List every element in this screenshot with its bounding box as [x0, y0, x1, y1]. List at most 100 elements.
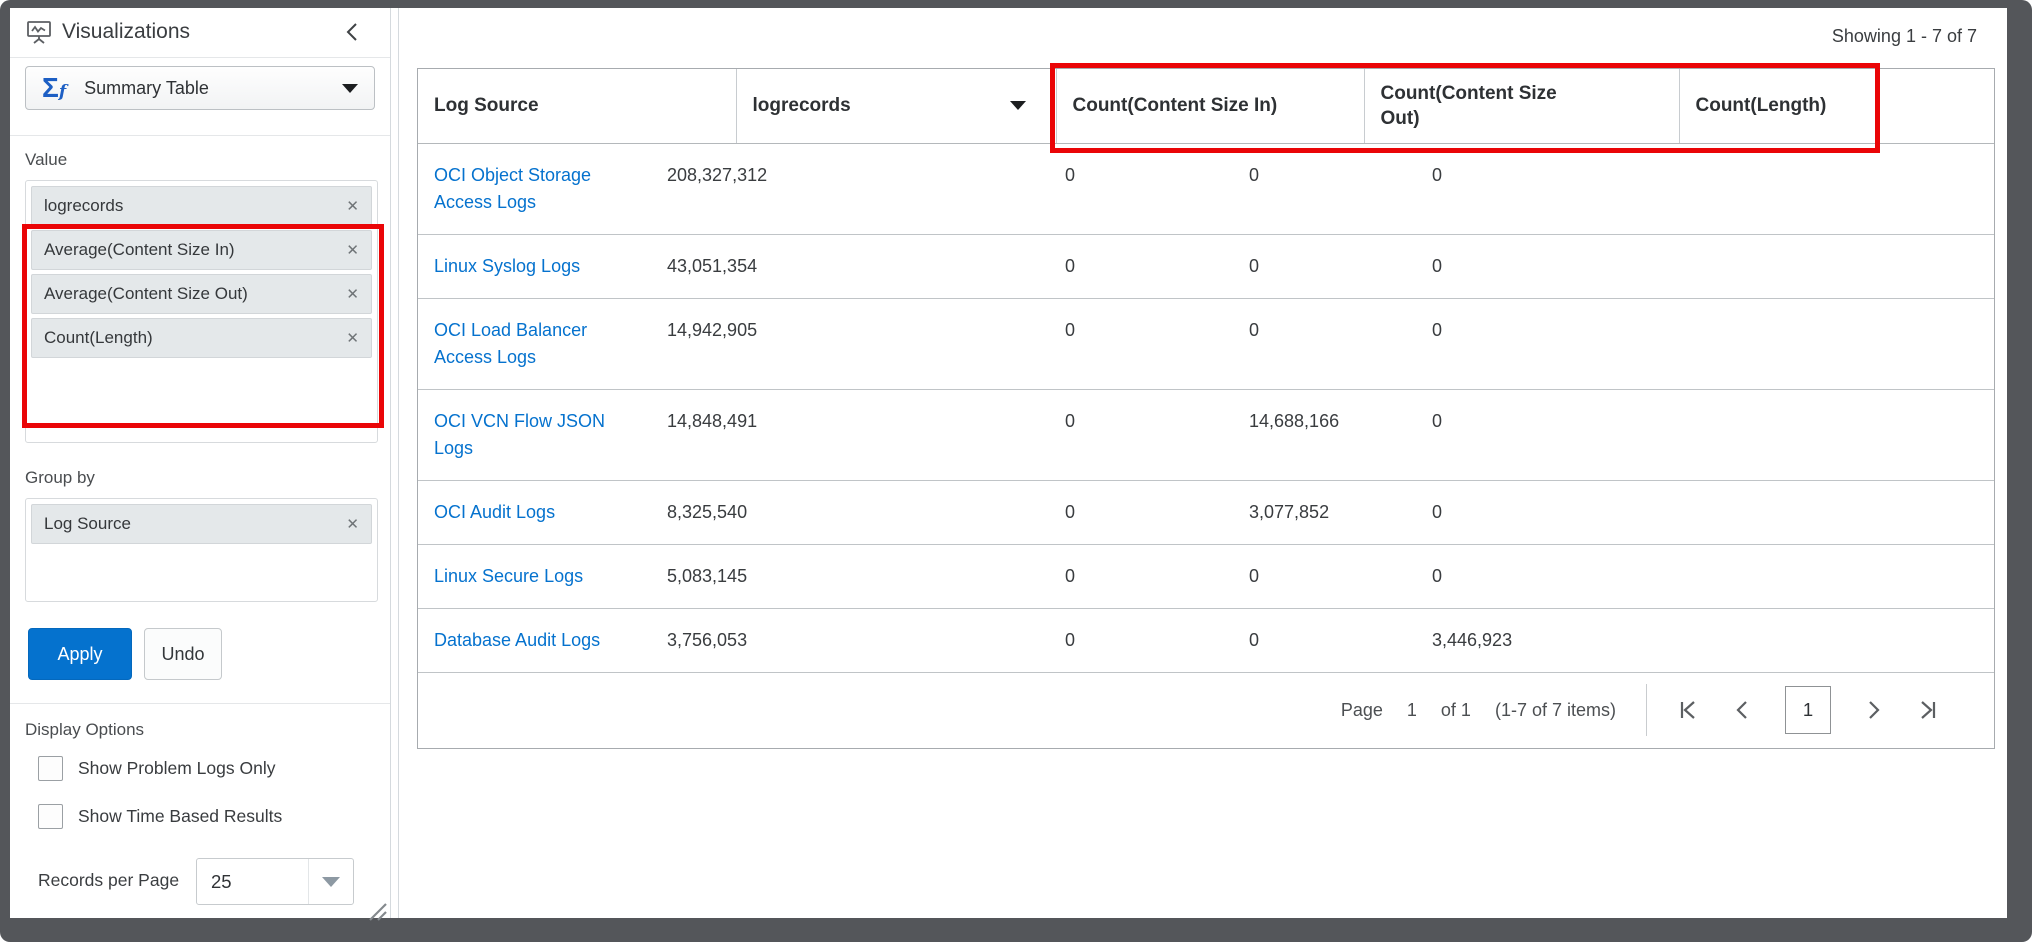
column-header-count-content-size-in: Count(Content Size In): [1056, 69, 1364, 143]
log-source-link[interactable]: OCI VCN Flow JSON Logs: [434, 408, 614, 462]
previous-page-icon[interactable]: [1731, 698, 1755, 722]
visualizations-panel: Visualizations Σf Summary Table Value lo…: [10, 8, 391, 918]
count-out-cell: 0: [1233, 608, 1416, 672]
summary-table-body: OCI Object Storage Access Logs 208,327,3…: [418, 144, 1994, 673]
group-pill-log-source[interactable]: Log Source ✕: [31, 504, 372, 544]
showing-count-text: Showing 1 - 7 of 7: [1832, 26, 1977, 47]
page-of-label: of 1: [1441, 700, 1471, 721]
show-problem-logs-row: Show Problem Logs Only: [38, 756, 275, 781]
select-caret-zone[interactable]: [308, 859, 353, 904]
last-page-icon[interactable]: [1915, 698, 1939, 722]
panel-resize-grip-icon[interactable]: [366, 900, 388, 922]
count-in-cell: 0: [1049, 298, 1233, 389]
panel-title: Visualizations: [62, 20, 190, 44]
count-out-cell: 0: [1233, 298, 1416, 389]
value-pill-container: logrecords ✕ Average(Content Size In) ✕ …: [25, 180, 378, 443]
summary-table-header: Log Source logrecords Count(Content Size…: [418, 69, 1994, 144]
items-range-label: (1-7 of 7 items): [1495, 700, 1616, 721]
log-source-link[interactable]: Linux Syslog Logs: [434, 253, 580, 280]
divider: [10, 135, 390, 136]
records-per-page-label: Records per Page: [38, 870, 179, 891]
count-in-cell: 0: [1049, 544, 1233, 608]
table-row: OCI Object Storage Access Logs 208,327,3…: [418, 144, 1994, 235]
table-row: OCI Audit Logs 8,325,540 0 3,077,852 0: [418, 480, 1994, 544]
show-time-based-checkbox[interactable]: [38, 804, 63, 829]
remove-pill-icon[interactable]: ✕: [346, 515, 359, 533]
visualization-type-value: Summary Table: [84, 78, 209, 99]
remove-pill-icon[interactable]: ✕: [346, 197, 359, 215]
table-row: Linux Syslog Logs 43,051,354 0 0 0: [418, 234, 1994, 298]
table-row: OCI Load Balancer Access Logs 14,942,905…: [418, 298, 1994, 389]
logrecords-cell: 3,756,053: [651, 608, 1049, 672]
log-source-link[interactable]: OCI Load Balancer Access Logs: [434, 317, 614, 371]
column-header-count-length: Count(Length): [1679, 69, 1994, 143]
count-out-cell: 0: [1233, 234, 1416, 298]
count-out-cell: 0: [1233, 144, 1416, 235]
checkbox-label: Show Time Based Results: [78, 806, 282, 827]
count-in-cell: 0: [1049, 234, 1233, 298]
pill-label: Log Source: [44, 514, 131, 534]
log-source-link[interactable]: Linux Secure Logs: [434, 563, 583, 590]
count-in-cell: 0: [1049, 144, 1233, 235]
count-length-cell: 0: [1416, 389, 1994, 480]
remove-pill-icon[interactable]: ✕: [346, 329, 359, 347]
pagination-divider: [1646, 684, 1647, 736]
next-page-icon[interactable]: [1861, 698, 1885, 722]
log-source-link[interactable]: OCI Audit Logs: [434, 499, 555, 526]
remove-pill-icon[interactable]: ✕: [346, 285, 359, 303]
window-frame: Visualizations Σf Summary Table Value lo…: [0, 0, 2032, 942]
pill-label: Count(Length): [44, 328, 153, 348]
apply-button[interactable]: Apply: [28, 628, 132, 680]
pagination-bar: Page 1 of 1 (1-7 of 7 items) 1: [418, 673, 1994, 748]
log-source-link[interactable]: OCI Object Storage Access Logs: [434, 162, 614, 216]
remove-pill-icon[interactable]: ✕: [346, 241, 359, 259]
table-row: Linux Secure Logs 5,083,145 0 0 0: [418, 544, 1994, 608]
log-source-link[interactable]: Database Audit Logs: [434, 627, 600, 654]
logrecords-cell: 14,848,491: [651, 389, 1049, 480]
logrecords-cell: 5,083,145: [651, 544, 1049, 608]
table-row: OCI VCN Flow JSON Logs 14,848,491 0 14,6…: [418, 389, 1994, 480]
count-in-cell: 0: [1049, 389, 1233, 480]
count-in-cell: 0: [1049, 608, 1233, 672]
column-header-logrecords: logrecords: [736, 69, 1056, 143]
count-length-cell: 0: [1416, 480, 1994, 544]
page-label: Page: [1341, 700, 1383, 721]
divider: [10, 703, 390, 704]
value-pill-count-length[interactable]: Count(Length) ✕: [31, 318, 372, 358]
value-pill-logrecords[interactable]: logrecords ✕: [31, 186, 372, 226]
column-menu-caret-icon[interactable]: [1010, 101, 1026, 110]
column-header-count-content-size-out: Count(Content Size Out): [1364, 69, 1679, 143]
table-row: Database Audit Logs 3,756,053 0 0 3,446,…: [418, 608, 1994, 672]
chevron-down-icon: [342, 84, 358, 93]
value-pill-avg-content-size-out[interactable]: Average(Content Size Out) ✕: [31, 274, 372, 314]
pill-label: logrecords: [44, 196, 123, 216]
chevron-down-icon: [322, 877, 340, 887]
records-per-page-select[interactable]: 25: [196, 858, 354, 905]
logrecords-cell: 14,942,905: [651, 298, 1049, 389]
count-length-cell: 3,446,923: [1416, 608, 1994, 672]
display-options-label: Display Options: [25, 720, 144, 740]
first-page-icon[interactable]: [1677, 698, 1701, 722]
visualization-type-select[interactable]: Σf Summary Table: [25, 66, 375, 110]
panel-header: Visualizations: [10, 8, 390, 58]
pagination-summary: Page 1 of 1 (1-7 of 7 items): [1341, 700, 1616, 721]
records-per-page-value: 25: [197, 871, 232, 893]
pagination-controls: 1: [1677, 686, 1939, 734]
logrecords-cell: 8,325,540: [651, 480, 1049, 544]
count-length-cell: 0: [1416, 298, 1994, 389]
group-by-section-label: Group by: [25, 468, 95, 488]
count-out-cell: 14,688,166: [1233, 389, 1416, 480]
logrecords-cell: 208,327,312: [651, 144, 1049, 235]
value-section-label: Value: [25, 150, 67, 170]
count-length-cell: 0: [1416, 544, 1994, 608]
checkbox-label: Show Problem Logs Only: [78, 758, 275, 779]
collapse-panel-icon[interactable]: [340, 19, 366, 45]
value-pill-avg-content-size-in[interactable]: Average(Content Size In) ✕: [31, 230, 372, 270]
count-length-cell: 0: [1416, 144, 1994, 235]
undo-button[interactable]: Undo: [144, 628, 222, 680]
show-time-based-row: Show Time Based Results: [38, 804, 282, 829]
summary-table-sigma-icon: Σf: [42, 74, 66, 102]
count-length-cell: 0: [1416, 234, 1994, 298]
show-problem-logs-checkbox[interactable]: [38, 756, 63, 781]
current-page-box[interactable]: 1: [1785, 686, 1831, 734]
